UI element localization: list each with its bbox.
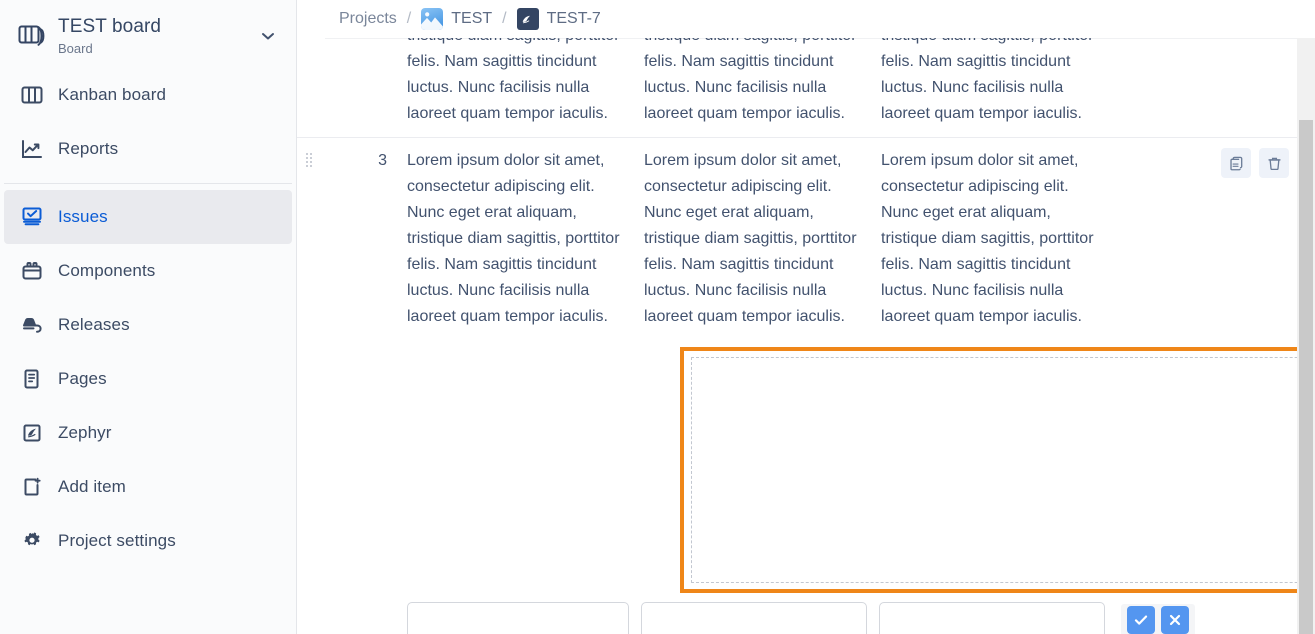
sidebar-item-label: Kanban board <box>58 85 167 104</box>
sidebar-item-kanban-board[interactable]: Kanban board <box>4 68 292 122</box>
sidebar-nav: Kanban board Reports Issues Components R… <box>0 68 296 568</box>
sidebar-item-project-settings[interactable]: Project settings <box>4 514 292 568</box>
document-page-icon <box>10 368 54 390</box>
board-stack-icon <box>10 23 54 49</box>
scrollbar-track-upper[interactable] <box>1297 38 1315 120</box>
new-result-field[interactable] <box>879 602 1105 634</box>
row-action-buttons <box>1221 148 1289 178</box>
breadcrumb-issue-label: TEST-7 <box>546 10 601 27</box>
main-content: Projects / TEST / TEST-7 felis. Nam sagi… <box>297 0 1315 634</box>
sidebar-item-issues[interactable]: Issues <box>4 190 292 244</box>
add-square-plus-icon <box>10 476 54 498</box>
project-switcher[interactable]: TEST board Board <box>0 4 296 68</box>
breadcrumb-project-label: TEST <box>451 10 493 27</box>
vertical-scrollbar[interactable] <box>1297 38 1315 634</box>
table-row[interactable]: Lorem ipsum dolor sit amet, consectetur … <box>297 38 1297 138</box>
drag-dots-icon[interactable] <box>297 38 335 137</box>
component-brick-icon <box>10 260 54 282</box>
breadcrumb-projects-link[interactable]: Projects <box>339 10 397 28</box>
sidebar-item-label: Reports <box>58 139 119 158</box>
row-cell-step[interactable]: Lorem ipsum dolor sit amet, consectetur … <box>399 38 636 137</box>
chevron-down-icon[interactable] <box>256 28 280 44</box>
project-avatar-icon <box>421 8 444 30</box>
sidebar-item-components[interactable]: Components <box>4 244 292 298</box>
close-x-icon[interactable] <box>1161 606 1189 634</box>
breadcrumb-project-link[interactable]: TEST <box>421 8 492 30</box>
row-cell-data[interactable]: Lorem ipsum dolor sit amet, consectetur … <box>636 138 873 340</box>
project-sidebar: TEST board Board Kanban board Reports Is… <box>0 0 297 634</box>
drop-zone-placeholder[interactable] <box>691 357 1315 583</box>
zephyr-wing-icon <box>10 422 54 444</box>
sidebar-item-label: Issues <box>58 207 108 226</box>
gear-icon <box>10 530 54 552</box>
sidebar-item-label: Project settings <box>58 531 176 550</box>
new-row-actions <box>1121 604 1195 634</box>
issues-checkbox-icon <box>10 206 54 228</box>
sidebar-item-add-item[interactable]: Add item <box>4 460 292 514</box>
row-cell-result[interactable]: Lorem ipsum dolor sit amet, consectetur … <box>873 38 1110 137</box>
scrollbar-thumb[interactable] <box>1299 120 1313 634</box>
sidebar-item-label: Pages <box>58 369 107 388</box>
project-label-group: TEST board Board <box>54 15 256 58</box>
columns-icon <box>10 84 54 106</box>
new-data-field[interactable] <box>641 602 867 634</box>
sidebar-item-zephyr[interactable]: Zephyr <box>4 406 292 460</box>
breadcrumb-issue-link[interactable]: TEST-7 <box>516 8 601 30</box>
rocket-ship-icon <box>10 314 54 336</box>
project-title: TEST board <box>58 15 162 37</box>
sidebar-item-label: Add item <box>58 477 126 496</box>
sidebar-divider <box>4 183 292 184</box>
row-number: 3 <box>378 152 387 169</box>
check-icon[interactable] <box>1127 606 1155 634</box>
zephyr-wing-icon <box>516 8 539 30</box>
sidebar-item-label: Zephyr <box>58 423 112 442</box>
sidebar-item-label: Releases <box>58 315 130 334</box>
project-subtitle: Board <box>58 40 93 56</box>
drag-dots-icon[interactable] <box>297 138 335 340</box>
table-row[interactable]: 3 Lorem ipsum dolor sit amet, consectetu… <box>297 138 1297 340</box>
row-number <box>335 38 399 137</box>
breadcrumb-separator: / <box>502 10 507 27</box>
new-step-row <box>297 596 1297 634</box>
sidebar-item-releases[interactable]: Releases <box>4 298 292 352</box>
row-cell-step[interactable]: Lorem ipsum dolor sit amet, consectetur … <box>399 138 636 340</box>
sidebar-item-label: Components <box>58 261 156 280</box>
copy-documents-icon[interactable] <box>1221 148 1251 178</box>
sidebar-item-reports[interactable]: Reports <box>4 122 292 176</box>
breadcrumb-separator: / <box>406 10 412 27</box>
row-cell-data[interactable]: Lorem ipsum dolor sit amet, consectetur … <box>636 38 873 137</box>
sidebar-item-pages[interactable]: Pages <box>4 352 292 406</box>
trash-bin-icon[interactable] <box>1259 148 1289 178</box>
new-step-field[interactable] <box>407 602 629 634</box>
row-cell-result[interactable]: Lorem ipsum dolor sit amet, consectetur … <box>873 138 1110 340</box>
app-root: TEST board Board Kanban board Reports Is… <box>0 0 1315 634</box>
drop-zone-highlight[interactable] <box>680 347 1315 593</box>
breadcrumb: Projects / TEST / TEST-7 <box>297 0 1315 38</box>
chart-line-icon <box>10 138 54 160</box>
